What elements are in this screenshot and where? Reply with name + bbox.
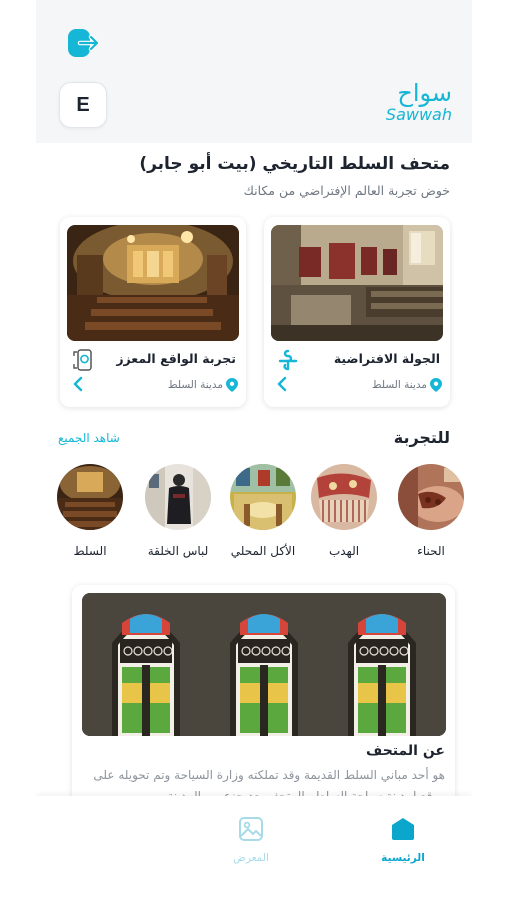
nav-gallery-label: المعرض xyxy=(233,852,269,864)
chevron-left-icon[interactable] xyxy=(72,376,86,392)
augmented-reality-location: مدينة السلط xyxy=(168,378,238,392)
virtual-tour-title: الجولة الافتراضية xyxy=(333,351,440,366)
experience-item-traditional-dress[interactable]: لباس الخلقة xyxy=(144,464,212,558)
nav-home[interactable]: الرئيسية xyxy=(368,816,438,864)
virtual-tour-icon xyxy=(276,348,300,372)
see-all-link[interactable]: شاهد الجميع xyxy=(58,431,120,445)
experience-item-label: الهدب xyxy=(328,544,360,558)
tassels-image xyxy=(311,464,377,530)
nav-gallery[interactable]: المعرض xyxy=(216,816,286,864)
sawwah-logo: سواح Sawwah xyxy=(362,80,452,130)
chevron-left-icon[interactable] xyxy=(276,376,290,392)
augmented-reality-card[interactable]: تجربة الواقع المعزز مدينة السلط xyxy=(60,217,246,407)
augmented-reality-icon xyxy=(72,348,96,372)
experience-item-henna[interactable]: الحناء xyxy=(397,464,465,558)
location-pin-icon xyxy=(226,378,238,392)
logo-arabic: سواح xyxy=(397,79,452,107)
traditional-dress-image xyxy=(145,464,211,530)
bottom-navigation: الرئيسية المعرض xyxy=(36,796,472,900)
experience-item-label: لباس الخلقة xyxy=(147,544,209,558)
augmented-reality-image xyxy=(67,225,239,341)
page-title: متحف السلط التاريخي (بيت أبو جابر) xyxy=(139,154,450,174)
gallery-icon xyxy=(239,817,263,841)
about-museum-title: عن المتحف xyxy=(366,743,445,759)
experience-section-title: للتجربة xyxy=(393,428,450,447)
augmented-reality-title: تجربة الواقع المعزز xyxy=(116,351,236,366)
avatar[interactable]: E xyxy=(59,82,107,128)
logo-english: Sawwah xyxy=(385,105,452,124)
experience-item-salt[interactable]: السلط xyxy=(56,464,124,558)
experience-item-label: الأكل المحلي xyxy=(230,544,296,558)
local-food-image xyxy=(230,464,296,530)
virtual-tour-card[interactable]: الجولة الافتراضية مدينة السلط xyxy=(264,217,450,407)
virtual-tour-location: مدينة السلط xyxy=(372,378,442,392)
salt-image xyxy=(57,464,123,530)
experience-item-label: الحناء xyxy=(417,544,445,558)
header: E سواح Sawwah xyxy=(36,0,472,143)
nav-home-label: الرئيسية xyxy=(381,852,425,864)
logout-icon xyxy=(68,29,100,57)
page-subtitle: خوض تجربة العالم الإفتراضي من مكانك xyxy=(243,183,450,198)
about-museum-image xyxy=(82,593,446,736)
henna-image xyxy=(398,464,464,530)
virtual-tour-location-text: مدينة السلط xyxy=(371,379,427,391)
experience-item-tassels[interactable]: الهدب xyxy=(310,464,378,558)
location-pin-icon xyxy=(430,378,442,392)
logout-button[interactable] xyxy=(66,26,100,60)
augmented-reality-location-text: مدينة السلط xyxy=(167,379,223,391)
experience-item-label: السلط xyxy=(73,544,107,558)
virtual-tour-image xyxy=(271,225,443,341)
app-screen: E سواح Sawwah متحف السلط التاريخي (بيت أ… xyxy=(36,0,472,900)
home-icon xyxy=(392,818,414,840)
experience-item-local-food[interactable]: الأكل المحلي xyxy=(229,464,297,558)
